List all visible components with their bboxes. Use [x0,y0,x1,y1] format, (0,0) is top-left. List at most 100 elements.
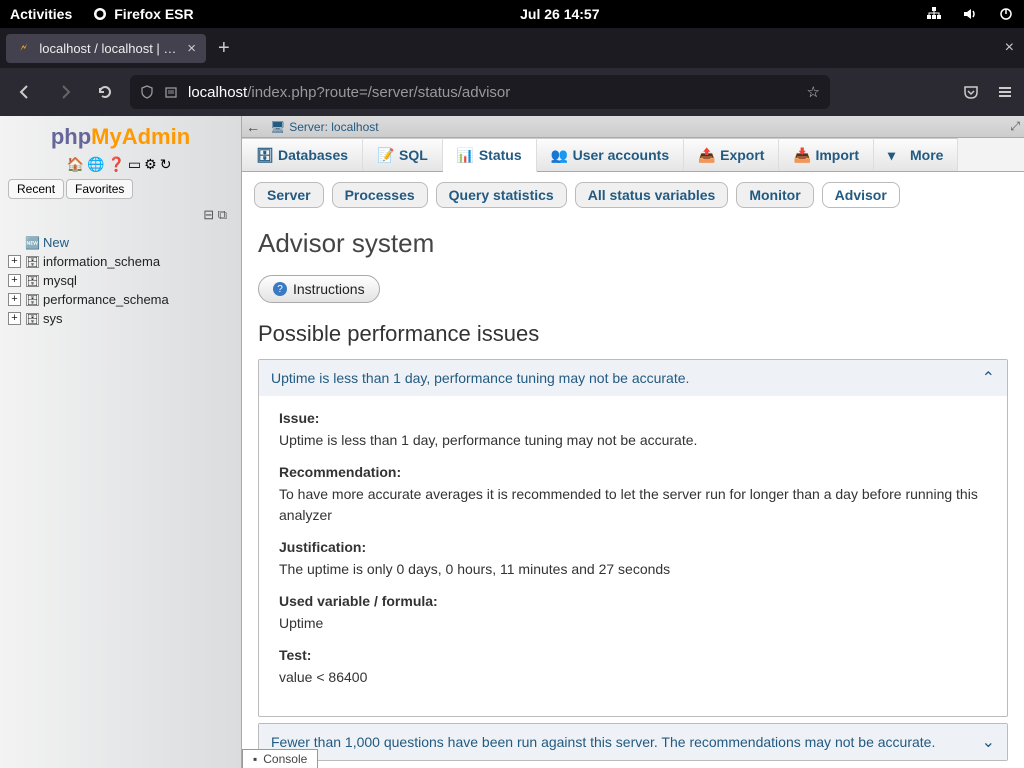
db-node-mysql[interactable]: +🗄mysql [8,271,237,290]
expand-icon[interactable]: + [8,293,21,306]
browser-tab[interactable]: 🗲 localhost / localhost | php × [6,34,206,63]
close-tab-icon[interactable]: × [187,40,196,57]
home-icon[interactable]: 🏠 [67,156,87,172]
app-name[interactable]: Firefox ESR [114,6,193,22]
url-text: localhost/index.php?route=/server/status… [188,84,799,101]
chevron-up-icon: ⌃ [982,368,995,388]
firefox-toolbar: localhost/index.php?route=/server/status… [0,68,1024,116]
main-panel: ← 🖥Server: localhost ⤢ 🗄Databases 📝SQL 📊… [242,116,1024,768]
clock[interactable]: Jul 26 14:57 [520,6,599,22]
server-breadcrumb[interactable]: 🖥Server: localhost [270,120,379,134]
db-tree: 🆕New +🗄information_schema +🗄mysql +🗄perf… [0,227,241,332]
panel-back-icon[interactable]: ← [246,119,260,135]
subtab-processes[interactable]: Processes [332,182,428,208]
subtab-all-status-variables[interactable]: All status variables [575,182,729,208]
console-tab[interactable]: ▪ Console [242,749,318,768]
subtab-advisor[interactable]: Advisor [822,182,900,208]
network-icon[interactable] [926,6,942,22]
instructions-button[interactable]: ?Instructions [258,275,380,303]
recent-tab[interactable]: Recent [8,179,64,199]
justification-text: The uptime is only 0 days, 0 hours, 11 m… [279,559,987,579]
content-area: Advisor system ?Instructions Possible pe… [242,218,1024,768]
server-icon: 🖥 [270,120,285,134]
justification-label: Justification: [279,539,987,555]
users-icon: 👥 [551,147,567,163]
console-icon: ▪ [253,752,257,766]
page-info-icon[interactable] [164,85,180,99]
recommendation-text: To have more accurate averages it is rec… [279,484,987,525]
chevron-down-icon: ⌄ [982,732,995,752]
tab-status[interactable]: 📊Status [443,138,537,172]
db-node-information-schema[interactable]: +🗄information_schema [8,252,237,271]
issue-header[interactable]: Uptime is less than 1 day, performance t… [259,360,1007,396]
export-icon: 📤 [698,147,714,163]
docs-icon[interactable]: ❓ [107,156,127,172]
shield-icon[interactable] [140,85,156,99]
close-window-icon[interactable]: × [1001,35,1018,61]
database-icon: 🗄 [25,274,39,288]
hamburger-menu-icon[interactable] [996,83,1014,101]
issue-panel-2: Fewer than 1,000 questions have been run… [258,723,1008,761]
import-icon: 📥 [793,147,809,163]
issue-title: Uptime is less than 1 day, performance t… [271,370,982,386]
panel-collapse-icon[interactable]: ⤢ [1010,119,1020,134]
sql-icon[interactable]: ▭ [128,156,144,172]
db-node-sys[interactable]: +🗄sys [8,309,237,328]
collapse-icons[interactable]: ⊟ ⧉ [0,203,241,227]
forward-button[interactable] [50,77,80,107]
new-db-link[interactable]: 🆕New [8,233,237,252]
subtab-query-statistics[interactable]: Query statistics [436,182,567,208]
pocket-icon[interactable] [962,83,980,101]
tab-user-accounts[interactable]: 👥User accounts [537,138,684,171]
tab-import[interactable]: 📥Import [779,138,874,171]
reload-icon[interactable]: ↻ [160,156,175,172]
url-bar[interactable]: localhost/index.php?route=/server/status… [130,75,830,109]
new-tab-button[interactable]: + [218,37,230,60]
test-text: value < 86400 [279,667,987,687]
firefox-tab-strip: 🗲 localhost / localhost | php × + × [0,28,1024,68]
variable-label: Used variable / formula: [279,593,987,609]
phpmyadmin-logo[interactable]: phpMyAdmin [0,116,241,154]
status-subtabs: Server Processes Query statistics All st… [242,172,1024,218]
issue-label: Issue: [279,410,987,426]
section-heading: Possible performance issues [258,321,1008,347]
sidebar-icon-row: 🏠🌐❓▭⚙↻ [0,154,241,175]
issue-title: Fewer than 1,000 questions have been run… [271,734,982,750]
tab-favicon: 🗲 [16,40,31,56]
activities-button[interactable]: Activities [10,6,72,22]
database-icon: 🗄 [25,255,39,269]
database-icon: 🗄 [25,293,39,307]
help-icon: ? [273,282,287,296]
subtab-monitor[interactable]: Monitor [736,182,813,208]
volume-icon[interactable] [962,6,978,22]
tab-title: localhost / localhost | php [39,41,179,56]
issue-panel-1: Uptime is less than 1 day, performance t… [258,359,1008,717]
bookmark-star-icon[interactable]: ☆ [807,83,820,101]
tab-more[interactable]: ▾More [874,138,958,171]
favorites-tab[interactable]: Favorites [66,179,133,199]
logout-icon[interactable]: 🌐 [87,156,107,172]
settings-icon[interactable]: ⚙ [144,156,160,172]
tab-databases[interactable]: 🗄Databases [242,138,363,171]
phpmyadmin-app: phpMyAdmin 🏠🌐❓▭⚙↻ Recent Favorites ⊟ ⧉ 🆕… [0,116,1024,768]
gnome-top-bar: Activities Firefox ESR Jul 26 14:57 [0,0,1024,28]
tab-sql[interactable]: 📝SQL [363,138,443,171]
sidebar-tabs: Recent Favorites [0,175,241,203]
recommendation-label: Recommendation: [279,464,987,480]
tab-export[interactable]: 📤Export [684,138,779,171]
subtab-server[interactable]: Server [254,182,324,208]
issue-body: Issue: Uptime is less than 1 day, perfor… [259,396,1007,716]
power-icon[interactable] [998,6,1014,22]
reload-button[interactable] [90,77,120,107]
expand-icon[interactable]: + [8,312,21,325]
issue-text: Uptime is less than 1 day, performance t… [279,430,987,450]
expand-icon[interactable]: + [8,274,21,287]
variable-text: Uptime [279,613,987,633]
back-button[interactable] [10,77,40,107]
db-node-performance-schema[interactable]: +🗄performance_schema [8,290,237,309]
expand-icon[interactable]: + [8,255,21,268]
firefox-icon [92,6,108,22]
sql-icon: 📝 [377,147,393,163]
issue-header[interactable]: Fewer than 1,000 questions have been run… [259,724,1007,760]
test-label: Test: [279,647,987,663]
